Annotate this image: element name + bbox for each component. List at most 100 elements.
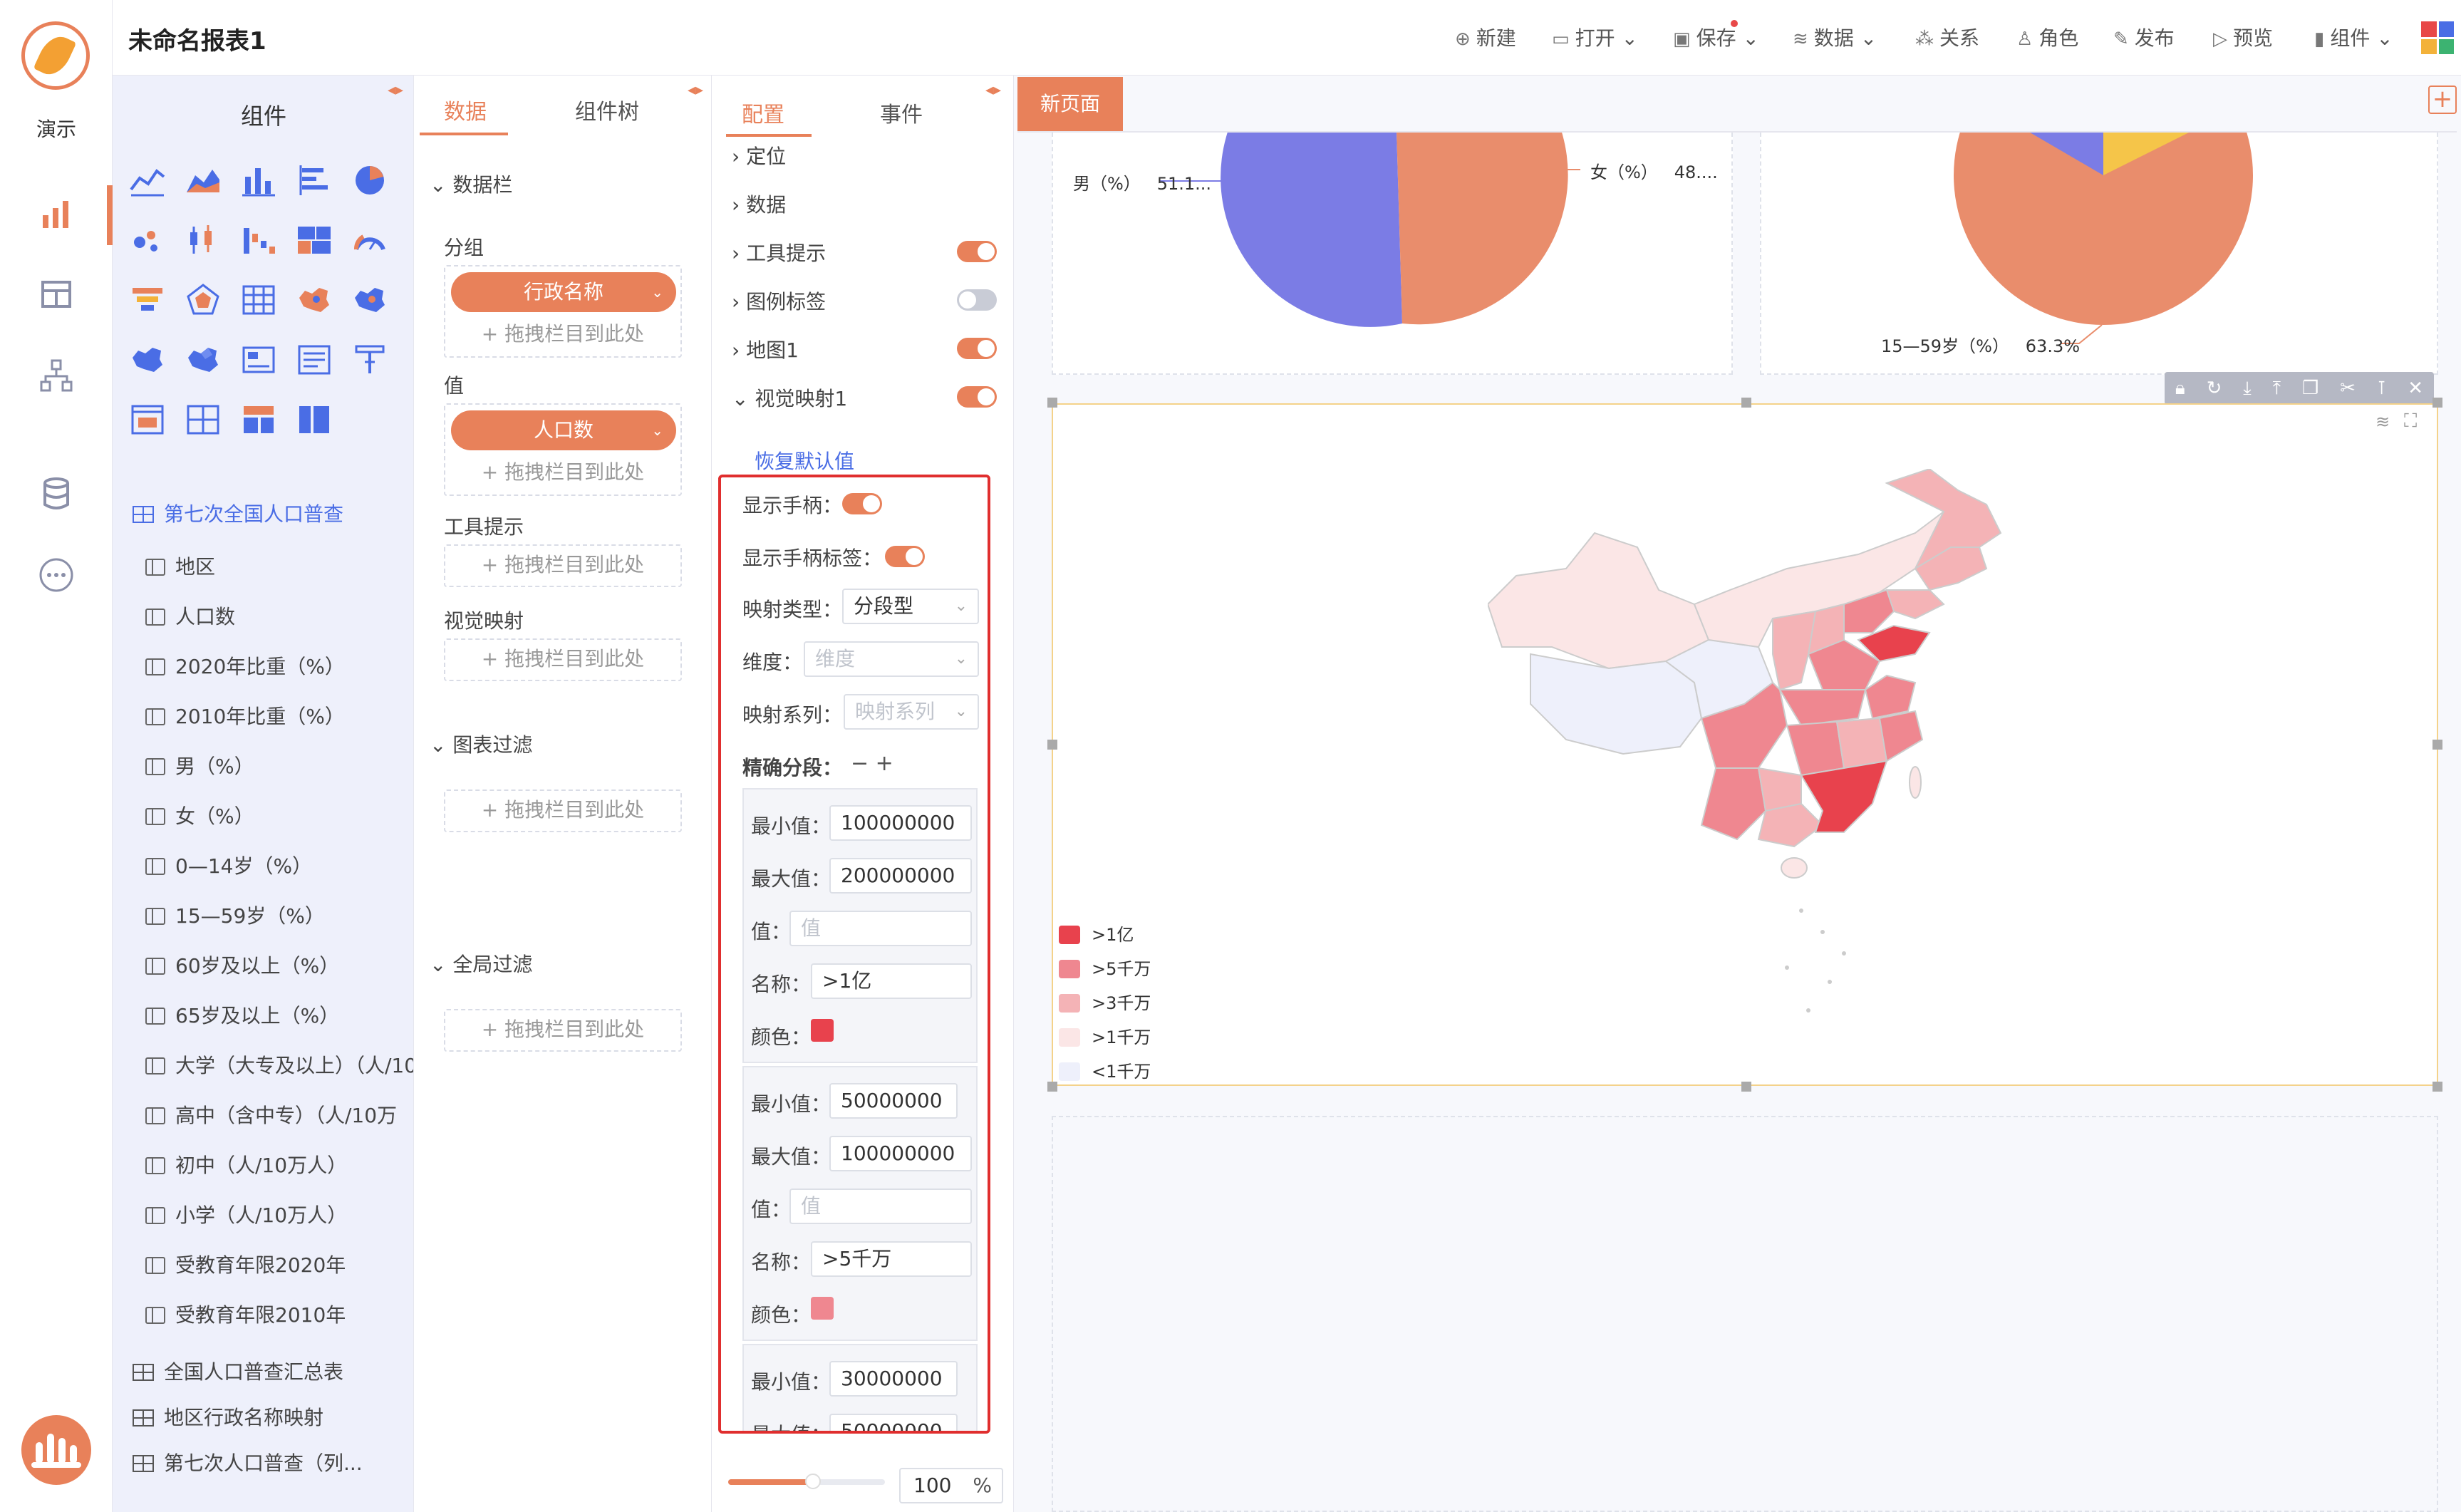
- series-select[interactable]: 映射系列 ⌄: [844, 694, 979, 730]
- image-icon[interactable]: [239, 341, 278, 379]
- page-tab[interactable]: 新页面: [1017, 77, 1123, 131]
- segment-max-input[interactable]: 100000000: [829, 1136, 972, 1171]
- bar-chart-icon[interactable]: [239, 161, 278, 200]
- segment-color-swatch[interactable]: [811, 1019, 834, 1042]
- china-map-chart[interactable]: ≋ ⛶ >1亿 >5千万 >3千万 >1千万 <1千万: [1052, 403, 2438, 1086]
- segment-name-input[interactable]: >1亿: [811, 963, 972, 999]
- tooltip-toggle[interactable]: [957, 241, 997, 262]
- line-chart-icon[interactable]: [128, 161, 167, 200]
- show-handle-label-toggle[interactable]: [885, 546, 925, 567]
- field-item[interactable]: 人口数: [145, 601, 413, 630]
- value-drop-zone[interactable]: 人口数 ⌄ + 拖拽栏目到此处: [444, 403, 682, 496]
- gauge-icon[interactable]: [351, 221, 389, 259]
- format-icon[interactable]: ⊺: [2377, 378, 2387, 399]
- funnel-icon[interactable]: [128, 281, 167, 319]
- map-type-select[interactable]: 分段型 ⌄: [842, 589, 979, 624]
- role-button[interactable]: ♙ 角色: [2016, 23, 2078, 51]
- segment-max-input[interactable]: 200000000: [829, 858, 972, 894]
- legend-toggle[interactable]: [957, 289, 997, 311]
- resize-handle[interactable]: [1047, 398, 1057, 408]
- group-drop-zone[interactable]: 行政名称 ⌄ + 拖拽栏目到此处: [444, 265, 682, 358]
- map-legend-item[interactable]: >1千万: [1059, 1023, 1151, 1048]
- config-item-legend[interactable]: › 图例标签: [732, 286, 826, 315]
- dataset-item[interactable]: 全国人口普查汇总表: [133, 1357, 343, 1385]
- field-item[interactable]: 女（%）: [145, 801, 413, 829]
- config-item-map[interactable]: › 地图1: [732, 335, 799, 363]
- publish-button[interactable]: ✎ 发布: [2113, 23, 2175, 51]
- resize-handle[interactable]: [2432, 1082, 2442, 1092]
- segment-min-input[interactable]: 50000000: [829, 1083, 958, 1119]
- resize-handle[interactable]: [2432, 740, 2442, 750]
- field-item[interactable]: 地区: [145, 552, 413, 580]
- segment-add-remove[interactable]: − +: [851, 751, 893, 776]
- hierarchy-icon[interactable]: [37, 356, 76, 395]
- new-button[interactable]: ⊕ 新建: [1455, 23, 1516, 51]
- preview-button[interactable]: ▷ 预览: [2213, 23, 2273, 51]
- pie-chart-icon[interactable]: [351, 161, 389, 200]
- close-icon[interactable]: ✕: [2408, 378, 2423, 399]
- config-item-tooltip[interactable]: › 工具提示: [732, 238, 826, 266]
- chart-filter-header[interactable]: ⌄ 图表过滤: [430, 730, 532, 758]
- visual-map-toggle[interactable]: [957, 386, 997, 408]
- segment-value-input[interactable]: 值: [789, 1189, 972, 1224]
- field-item[interactable]: 60岁及以上（%）: [145, 951, 413, 979]
- resize-handle[interactable]: [1741, 398, 1751, 408]
- collapse-arrows-icon[interactable]: ◂▸: [388, 81, 403, 99]
- config-item-position[interactable]: › 定位: [732, 141, 786, 170]
- fullscreen-icon[interactable]: ⛶: [2404, 410, 2417, 433]
- segment-name-input[interactable]: >5千万: [811, 1241, 972, 1277]
- add-page-button[interactable]: +: [2428, 86, 2457, 114]
- pie-chart-age[interactable]: 15—59岁（%） 63.3%: [1760, 133, 2438, 375]
- resize-handle[interactable]: [2432, 398, 2442, 408]
- resize-handle[interactable]: [1047, 740, 1057, 750]
- global-filter-drop-zone[interactable]: + 拖拽栏目到此处: [444, 1009, 682, 1052]
- field-item[interactable]: 小学（人/10万人）: [145, 1200, 413, 1228]
- heat-map-icon[interactable]: [184, 341, 222, 379]
- tab-events[interactable]: 事件: [880, 97, 923, 128]
- components-menu[interactable]: ▮ 组件 ⌄: [2314, 23, 2393, 51]
- map-legend-item[interactable]: >5千万: [1059, 955, 1151, 980]
- html-embed-icon[interactable]: [128, 400, 167, 439]
- visual-map-drop-zone[interactable]: + 拖拽栏目到此处: [444, 638, 682, 681]
- segment-min-input[interactable]: 100000000: [829, 805, 972, 841]
- empty-drop-area[interactable]: [1052, 1116, 2438, 1512]
- table-icon[interactable]: [37, 275, 76, 314]
- scatter-icon[interactable]: [128, 221, 167, 259]
- table-icon[interactable]: [239, 281, 278, 319]
- segment-min-input[interactable]: 30000000: [829, 1361, 958, 1397]
- value-field-pill[interactable]: 人口数 ⌄: [451, 410, 676, 450]
- field-item[interactable]: 男（%）: [145, 751, 413, 780]
- tooltip-drop-zone[interactable]: + 拖拽栏目到此处: [444, 544, 682, 587]
- zoom-input[interactable]: 100%: [899, 1468, 1003, 1503]
- chart-icon[interactable]: [37, 194, 76, 232]
- report-title[interactable]: 未命名报表1: [128, 21, 266, 56]
- field-item[interactable]: 大学（大专及以上）（人/10万人）: [145, 1050, 413, 1079]
- field-item[interactable]: 受教育年限2010年: [145, 1300, 413, 1328]
- field-item[interactable]: 15—59岁（%）: [145, 901, 413, 929]
- radar-icon[interactable]: [184, 281, 222, 319]
- segment-color-swatch[interactable]: [811, 1297, 834, 1320]
- dataset-item[interactable]: 第七次人口普查（列...: [133, 1448, 363, 1476]
- app-grid-icon[interactable]: [2421, 21, 2454, 54]
- candlestick-icon[interactable]: [184, 221, 222, 259]
- field-item[interactable]: 高中（含中专）（人/10万: [145, 1100, 413, 1129]
- collapse-arrows-icon[interactable]: ◂▸: [688, 81, 703, 99]
- china-map-alt-icon[interactable]: [351, 281, 389, 319]
- layout-columns-icon[interactable]: [295, 400, 333, 439]
- lock-icon[interactable]: 🔒︎: [2175, 378, 2185, 400]
- data-menu[interactable]: ≋ 数据 ⌄: [1793, 23, 1877, 51]
- waterfall-icon[interactable]: [239, 221, 278, 259]
- cut-icon[interactable]: ✂: [2340, 378, 2356, 399]
- data-section-header[interactable]: ⌄ 数据栏: [430, 170, 512, 198]
- open-menu[interactable]: ▭ 打开 ⌄: [1552, 23, 1638, 51]
- dimension-select[interactable]: 维度 ⌄: [804, 641, 979, 677]
- resize-handle[interactable]: [1047, 1082, 1057, 1092]
- database-icon[interactable]: ≋: [2375, 412, 2390, 432]
- segment-max-input[interactable]: 50000000: [829, 1414, 958, 1431]
- restore-defaults-link[interactable]: 恢复默认值: [755, 446, 854, 475]
- relation-button[interactable]: ⁂ 关系: [1915, 23, 1979, 51]
- map-legend-item[interactable]: <1千万: [1059, 1057, 1151, 1082]
- tab-data[interactable]: 数据: [444, 94, 487, 125]
- field-item[interactable]: 65岁及以上（%）: [145, 1000, 413, 1029]
- tab-config[interactable]: 配置: [742, 97, 784, 128]
